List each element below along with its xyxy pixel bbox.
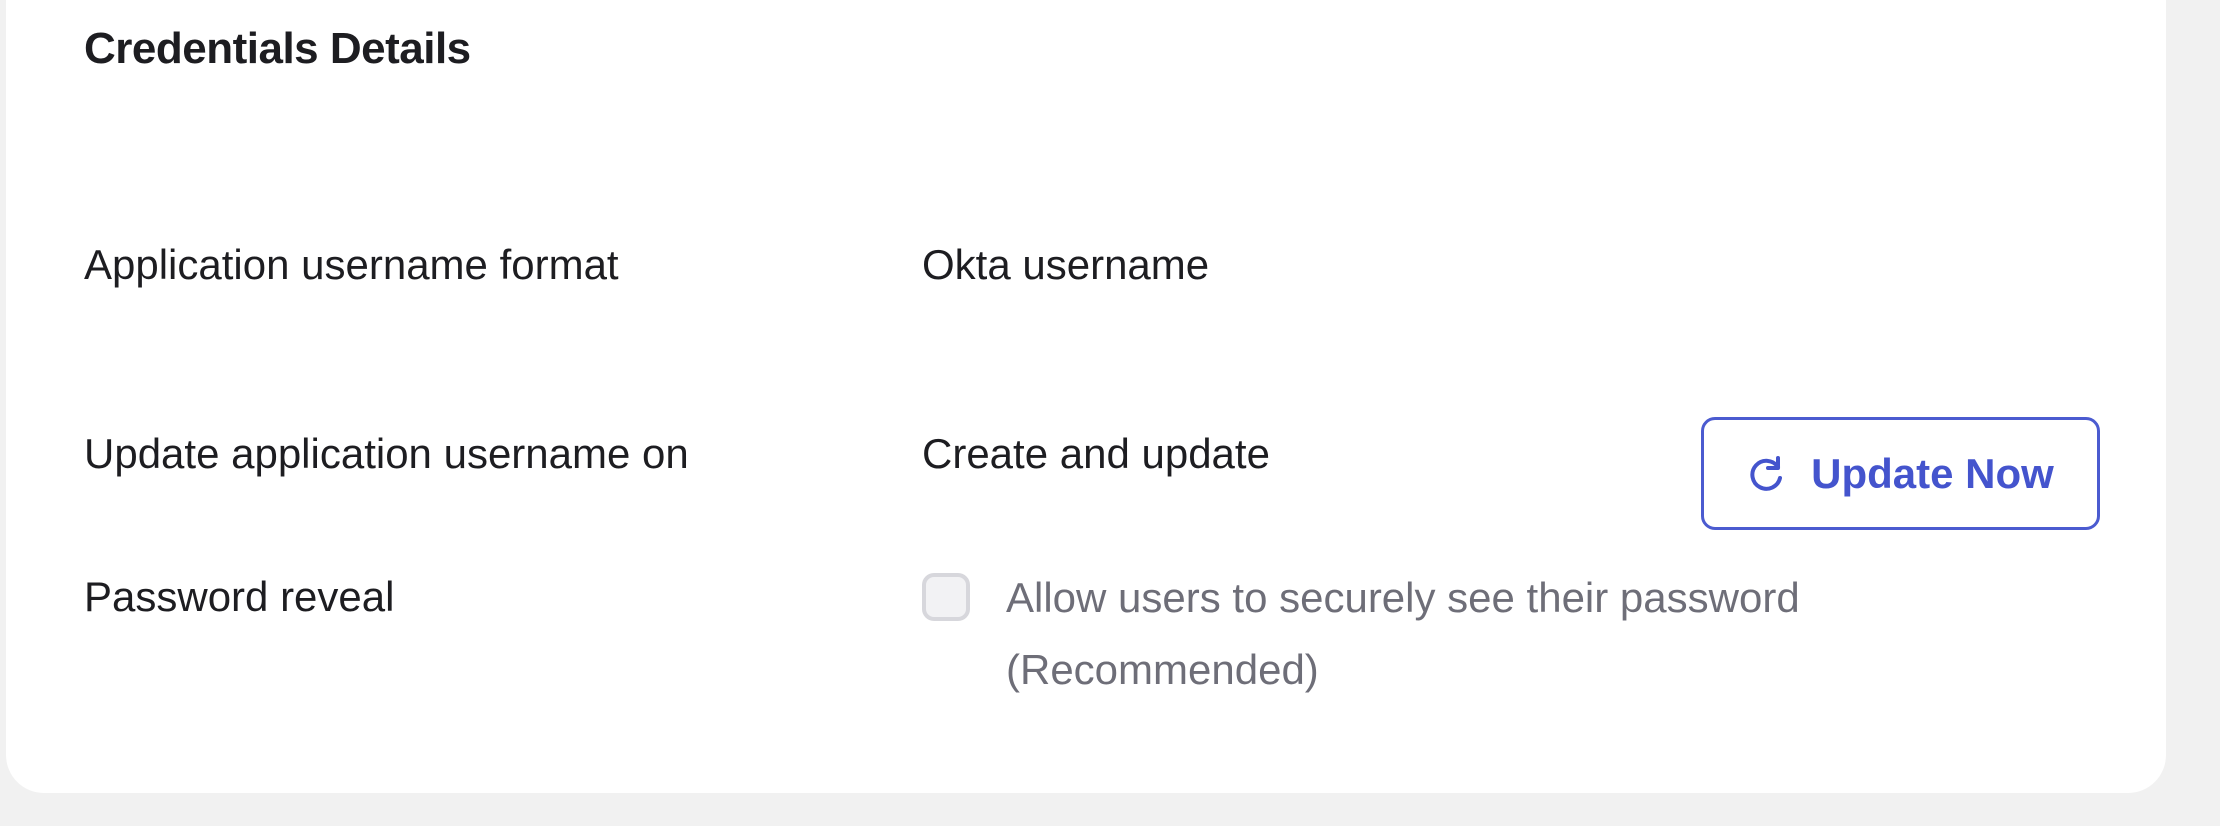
credentials-card: Credentials Details Application username… [6, 0, 2166, 793]
update-now-button[interactable]: Update Now [1701, 417, 2100, 530]
section-title: Credentials Details [84, 24, 471, 73]
password-reveal-checkbox[interactable] [922, 573, 970, 621]
password-reveal-label: Password reveal [84, 573, 395, 620]
password-reveal-checkbox-label[interactable]: Allow users to securely see their passwo… [1006, 562, 1906, 706]
update-now-label: Update Now [1811, 449, 2054, 497]
update-on-value: Create and update [922, 430, 1270, 477]
refresh-icon [1747, 454, 1787, 494]
update-on-label: Update application username on [84, 430, 689, 477]
username-format-value: Okta username [922, 241, 1210, 288]
username-format-label: Application username format [84, 241, 619, 288]
